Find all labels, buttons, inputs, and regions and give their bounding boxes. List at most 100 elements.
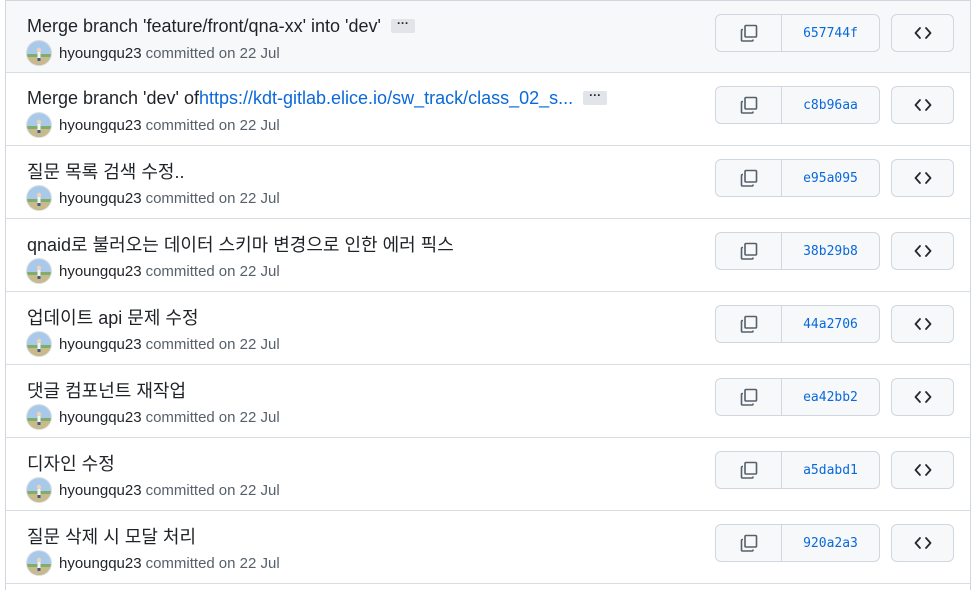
- commit-meta: hyoungqu23 committed on 22 Jul: [27, 186, 280, 210]
- copy-icon: [740, 24, 757, 42]
- commit-date: on 22 Jul: [218, 44, 280, 62]
- copy-sha-button[interactable]: [716, 452, 782, 488]
- code-icon: [914, 464, 931, 476]
- commit-title-line: qnaid로 불러오는 데이터 스키마 변경으로 인한 에러 픽스: [27, 232, 454, 256]
- commit-sha-link[interactable]: 44a2706: [782, 306, 879, 342]
- code-icon: [914, 27, 931, 39]
- copy-sha-button[interactable]: [716, 306, 782, 342]
- avatar-icon[interactable]: [27, 259, 51, 283]
- browse-repository-button[interactable]: [891, 86, 954, 124]
- code-icon: [914, 172, 931, 184]
- commit-date: on 22 Jul: [218, 335, 280, 353]
- commit-date: on 22 Jul: [218, 408, 280, 426]
- commit-date: on 22 Jul: [218, 189, 280, 207]
- commit-verb: committed: [145, 189, 215, 207]
- commit-sha-link[interactable]: 38b29b8: [782, 233, 879, 269]
- commit-author[interactable]: hyoungqu23: [59, 190, 142, 207]
- commit-sha-button-group: ea42bb2: [715, 378, 880, 416]
- commit-meta: hyoungqu23 committed on 22 Jul: [27, 113, 280, 137]
- commit-title-link[interactable]: https://kdt-gitlab.elice.io/sw_track/cla…: [199, 88, 573, 109]
- avatar-icon[interactable]: [27, 551, 51, 575]
- avatar-icon[interactable]: [27, 113, 51, 137]
- commit-date: on 22 Jul: [218, 262, 280, 280]
- commit-sha-link[interactable]: e95a095: [782, 160, 879, 196]
- commit-title-line: 질문 삭제 시 모달 처리: [27, 524, 196, 548]
- commit-author[interactable]: hyoungqu23: [59, 263, 142, 280]
- commit-sha-button-group: 38b29b8: [715, 232, 880, 270]
- commit-sha-link[interactable]: ea42bb2: [782, 379, 879, 415]
- code-icon: [914, 318, 931, 330]
- browse-repository-button[interactable]: [891, 159, 954, 197]
- commit-row: qnaid로 불러오는 데이터 스키마 변경으로 인한 에러 픽스 hyoung…: [6, 219, 970, 292]
- commit-meta: hyoungqu23 committed on 22 Jul: [27, 478, 280, 502]
- avatar-icon[interactable]: [27, 186, 51, 210]
- commit-title-line: 디자인 수정: [27, 451, 115, 475]
- copy-sha-button[interactable]: [716, 379, 782, 415]
- copy-sha-button[interactable]: [716, 525, 782, 561]
- copy-sha-button[interactable]: [716, 233, 782, 269]
- commit-meta: hyoungqu23 committed on 22 Jul: [27, 332, 280, 356]
- avatar-icon[interactable]: [27, 478, 51, 502]
- commit-meta: hyoungqu23 committed on 22 Jul: [27, 405, 280, 429]
- commit-title-line: Merge branch 'dev' of https://kdt-gitlab…: [27, 86, 608, 110]
- expand-description-button[interactable]: ···: [583, 89, 608, 105]
- copy-sha-button[interactable]: [716, 160, 782, 196]
- browse-repository-button[interactable]: [891, 524, 954, 562]
- avatar-icon[interactable]: [27, 41, 51, 65]
- commit-author[interactable]: hyoungqu23: [59, 482, 142, 499]
- commit-list: Merge branch 'feature/front/qna-xx' into…: [5, 0, 971, 590]
- commit-verb: committed: [145, 262, 215, 280]
- commit-meta: hyoungqu23 committed on 22 Jul: [27, 41, 280, 65]
- commit-date: on 22 Jul: [218, 554, 280, 572]
- browse-repository-button[interactable]: [891, 232, 954, 270]
- commit-title[interactable]: 업데이트 api 문제 수정: [27, 304, 199, 330]
- commit-sha-button-group: 657744f: [715, 14, 880, 52]
- commit-date: on 22 Jul: [218, 116, 280, 134]
- commit-verb: committed: [145, 44, 215, 62]
- commit-author[interactable]: hyoungqu23: [59, 117, 142, 134]
- commit-verb: committed: [145, 408, 215, 426]
- commit-sha-link[interactable]: a5dabd1: [782, 452, 879, 488]
- commit-meta: hyoungqu23 committed on 22 Jul: [27, 259, 280, 283]
- commit-title[interactable]: 디자인 수정: [27, 450, 115, 476]
- commit-sha-link[interactable]: 920a2a3: [782, 525, 879, 561]
- code-icon: [914, 537, 931, 549]
- commit-author[interactable]: hyoungqu23: [59, 336, 142, 353]
- commit-row: 댓글 컴포넌트 재작업 hyoungqu23 committed on 22 J…: [6, 365, 970, 438]
- commit-title[interactable]: 질문 삭제 시 모달 처리: [27, 523, 196, 549]
- commit-row: 업데이트 api 문제 수정 hyoungqu23 committed on 2…: [6, 292, 970, 365]
- commit-title[interactable]: Merge branch 'feature/front/qna-xx' into…: [27, 16, 381, 37]
- copy-icon: [740, 461, 757, 479]
- copy-sha-button[interactable]: [716, 87, 782, 123]
- commit-title[interactable]: 댓글 컴포넌트 재작업: [27, 377, 186, 403]
- code-icon: [914, 391, 931, 403]
- copy-sha-button[interactable]: [716, 15, 782, 51]
- browse-repository-button[interactable]: [891, 451, 954, 489]
- commit-title-line: 댓글 컴포넌트 재작업: [27, 378, 186, 402]
- commit-sha-link[interactable]: 657744f: [782, 15, 879, 51]
- copy-icon: [740, 388, 757, 406]
- commit-author[interactable]: hyoungqu23: [59, 555, 142, 572]
- commit-author[interactable]: hyoungqu23: [59, 409, 142, 426]
- commit-author[interactable]: hyoungqu23: [59, 45, 142, 62]
- commit-title[interactable]: qnaid로 불러오는 데이터 스키마 변경으로 인한 에러 픽스: [27, 231, 454, 257]
- avatar-icon[interactable]: [27, 332, 51, 356]
- commit-title[interactable]: Merge branch 'dev' of: [27, 88, 199, 109]
- browse-repository-button[interactable]: [891, 305, 954, 343]
- browse-repository-button[interactable]: [891, 14, 954, 52]
- avatar-icon[interactable]: [27, 405, 51, 429]
- browse-repository-button[interactable]: [891, 378, 954, 416]
- commit-title[interactable]: 질문 목록 검색 수정..: [27, 158, 184, 184]
- commit-row: 디자인 수정 hyoungqu23 committed on 22 Jul a5…: [6, 438, 970, 511]
- commit-verb: committed: [145, 335, 215, 353]
- commit-sha-button-group: a5dabd1: [715, 451, 880, 489]
- commit-title-line: Merge branch 'feature/front/qna-xx' into…: [27, 14, 415, 38]
- commit-date: on 22 Jul: [218, 481, 280, 499]
- commit-sha-link[interactable]: c8b96aa: [782, 87, 879, 123]
- commit-sha-button-group: 920a2a3: [715, 524, 880, 562]
- expand-description-button[interactable]: ···: [390, 17, 415, 33]
- commit-verb: committed: [145, 116, 215, 134]
- copy-icon: [740, 242, 757, 260]
- commit-title-line: 질문 목록 검색 수정..: [27, 159, 184, 183]
- commit-sha-button-group: 44a2706: [715, 305, 880, 343]
